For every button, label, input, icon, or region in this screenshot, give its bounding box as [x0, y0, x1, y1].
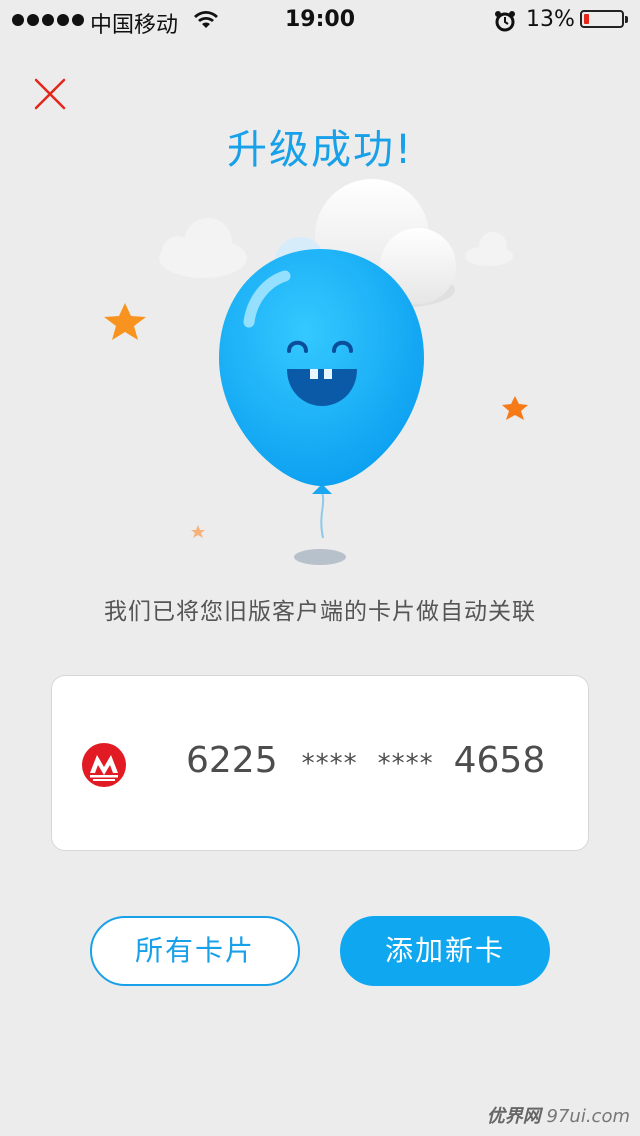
card-number-group-4: 4658: [453, 740, 546, 781]
bank-card[interactable]: 6225 **** **** 4658: [51, 675, 589, 851]
alarm-icon: [495, 11, 515, 32]
battery-level: [584, 14, 589, 24]
watermark-cn: 优界网: [486, 1106, 541, 1127]
card-number-group-2: ****: [301, 749, 358, 779]
star-large: [104, 303, 146, 340]
card-number-group-1: 6225: [186, 740, 278, 781]
all-cards-button[interactable]: 所有卡片: [90, 916, 300, 986]
page-title: 升级成功!: [226, 127, 414, 173]
cloud-right: [465, 232, 513, 266]
balloon-illustration: [104, 179, 528, 565]
star-right: [502, 396, 528, 420]
cloud-left: [159, 218, 247, 278]
association-message: 我们已将您旧版客户端的卡片做自动关联: [104, 599, 536, 625]
balloon-body: [219, 249, 424, 486]
watermark-domain: 97ui.com: [546, 1106, 630, 1127]
cmb-bank-logo-icon: [82, 743, 126, 787]
card-number-group-3: ****: [377, 749, 434, 779]
balloon-shadow: [294, 549, 346, 565]
card-number: 6225 **** **** 4658: [186, 740, 545, 781]
balloon-string: [320, 491, 325, 539]
close-icon[interactable]: [32, 76, 68, 112]
battery-icon: [580, 10, 628, 28]
status-bar: 中国移动 19:00 13%: [0, 0, 640, 40]
watermark: 优界网 97ui.com: [487, 1102, 630, 1128]
battery-percent: 13%: [526, 7, 575, 32]
add-new-card-button[interactable]: 添加新卡: [340, 916, 550, 986]
star-small: [191, 525, 205, 538]
